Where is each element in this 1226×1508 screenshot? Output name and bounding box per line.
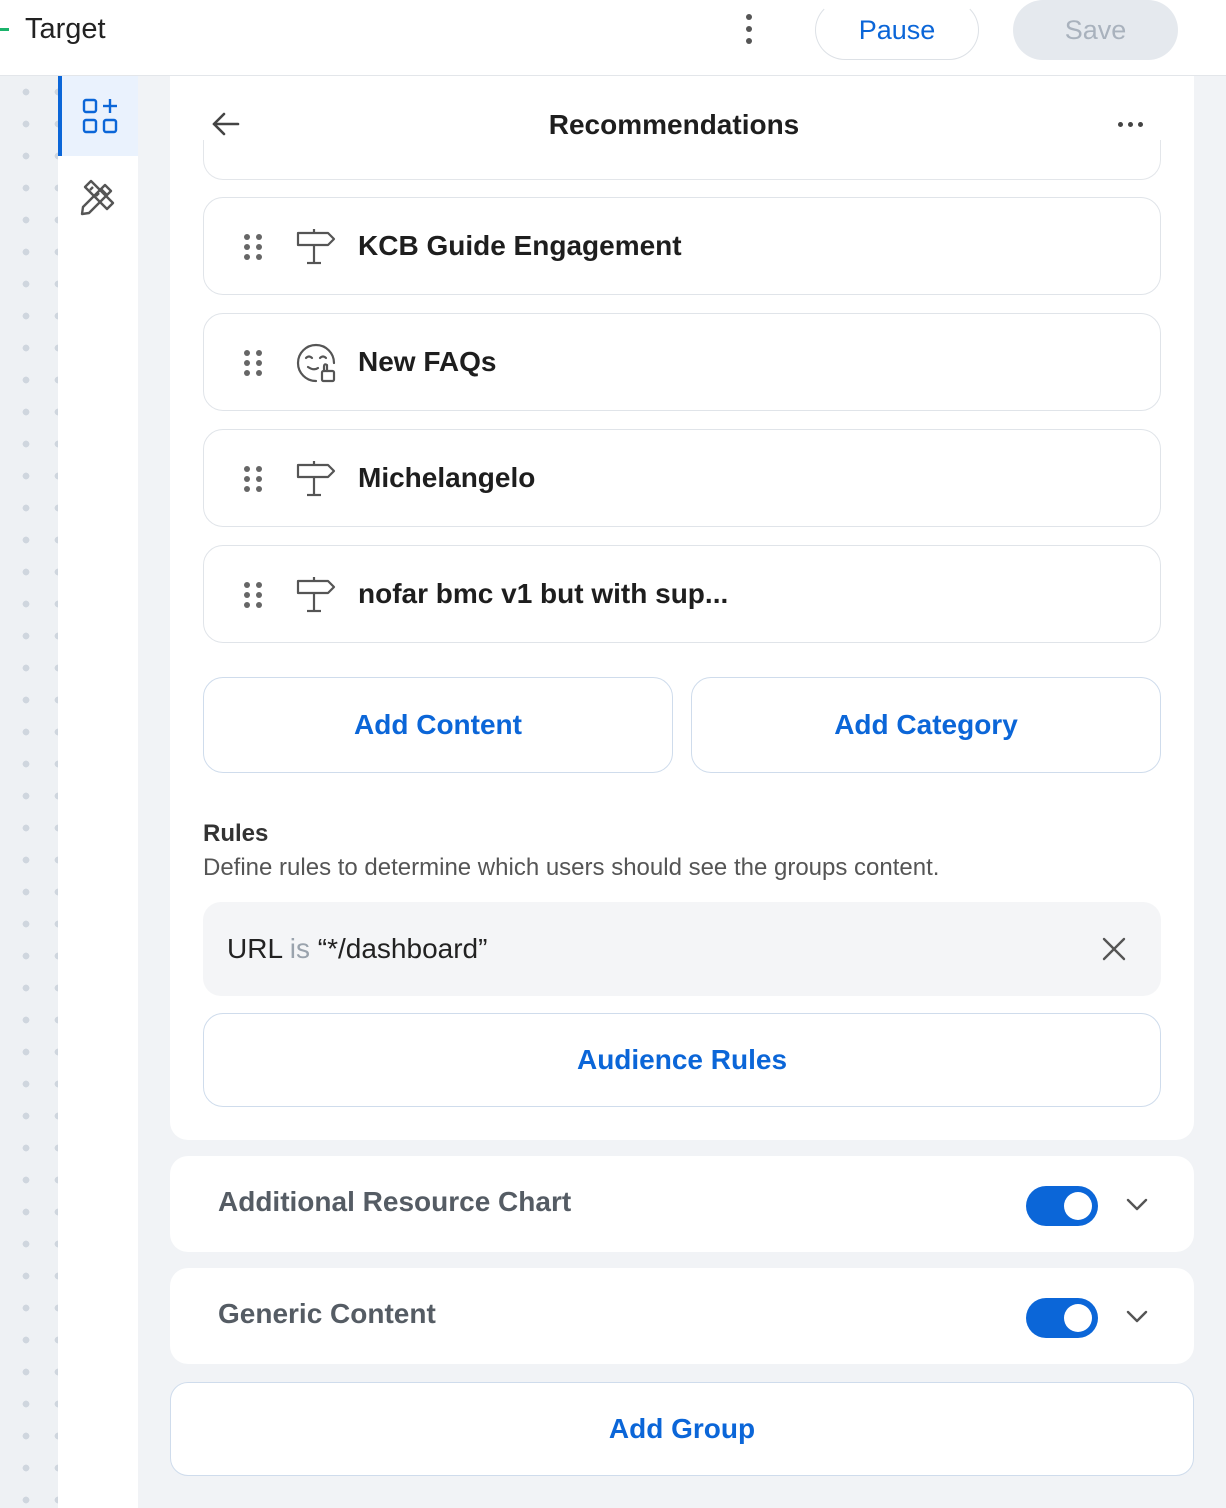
drag-handle-icon[interactable] (244, 466, 262, 492)
add-content-button[interactable]: Add Content (203, 677, 673, 773)
add-category-button[interactable]: Add Category (691, 677, 1161, 773)
signpost-icon (296, 577, 336, 613)
rule-field: URL (227, 933, 282, 964)
toggle-knob (1064, 1192, 1092, 1220)
add-widget-icon (82, 98, 118, 134)
tool-sidebar (58, 76, 138, 1508)
item-label: nofar bmc v1 but with sup... (358, 578, 729, 609)
chevron-down-icon[interactable] (1124, 1192, 1150, 1218)
group-toggle[interactable] (1026, 1186, 1098, 1226)
save-button[interactable]: Save (1013, 0, 1178, 60)
signpost-icon (296, 461, 336, 497)
rule-chip[interactable]: URL is “*/dashboard” (203, 902, 1161, 996)
more-options-icon[interactable] (736, 10, 762, 48)
rule-operator: is (289, 933, 310, 964)
group-title: Generic Content (218, 1298, 436, 1329)
list-item-partial (203, 140, 1161, 180)
pause-button[interactable]: Pause (815, 0, 979, 60)
close-icon[interactable] (1099, 934, 1129, 964)
panel-more-icon[interactable] (1112, 116, 1148, 132)
page-title: Target (25, 13, 106, 45)
rule-text: URL is “*/dashboard” (227, 932, 487, 966)
list-item[interactable]: Michelangelo (203, 429, 1161, 527)
rules-description: Define rules to determine which users sh… (203, 854, 940, 881)
list-item[interactable]: nofar bmc v1 but with sup... (203, 545, 1161, 643)
group-toggle[interactable] (1026, 1298, 1098, 1338)
sidebar-item-design[interactable] (58, 156, 138, 236)
status-indicator (0, 28, 9, 31)
panel-title: Recommendations (548, 109, 800, 140)
drag-handle-icon[interactable] (244, 234, 262, 260)
list-item[interactable]: KCB Guide Engagement (203, 197, 1161, 295)
group-card[interactable]: Additional Resource Chart (170, 1156, 1194, 1252)
signpost-icon (296, 229, 336, 265)
chevron-down-icon[interactable] (1124, 1304, 1150, 1330)
sidebar-item-widgets[interactable] (58, 76, 138, 156)
canvas-grid (0, 76, 58, 1508)
add-group-button[interactable]: Add Group (170, 1382, 1194, 1476)
item-label: New FAQs (358, 346, 497, 377)
group-title: Additional Resource Chart (218, 1186, 572, 1217)
item-label: Michelangelo (358, 462, 536, 493)
drag-handle-icon[interactable] (244, 350, 262, 376)
drag-handle-icon[interactable] (244, 582, 262, 608)
top-bar: Target Pause Save (0, 0, 1226, 76)
audience-rules-button[interactable]: Audience Rules (203, 1013, 1161, 1107)
faq-help-icon (296, 343, 336, 383)
item-label: KCB Guide Engagement (358, 230, 682, 261)
rule-value: “*/dashboard” (317, 933, 488, 964)
design-tools-icon (80, 179, 115, 216)
back-arrow-icon[interactable] (208, 106, 244, 142)
toggle-knob (1064, 1304, 1092, 1332)
group-card[interactable]: Generic Content (170, 1268, 1194, 1364)
rules-heading: Rules (203, 820, 269, 847)
list-item[interactable]: New FAQs (203, 313, 1161, 411)
